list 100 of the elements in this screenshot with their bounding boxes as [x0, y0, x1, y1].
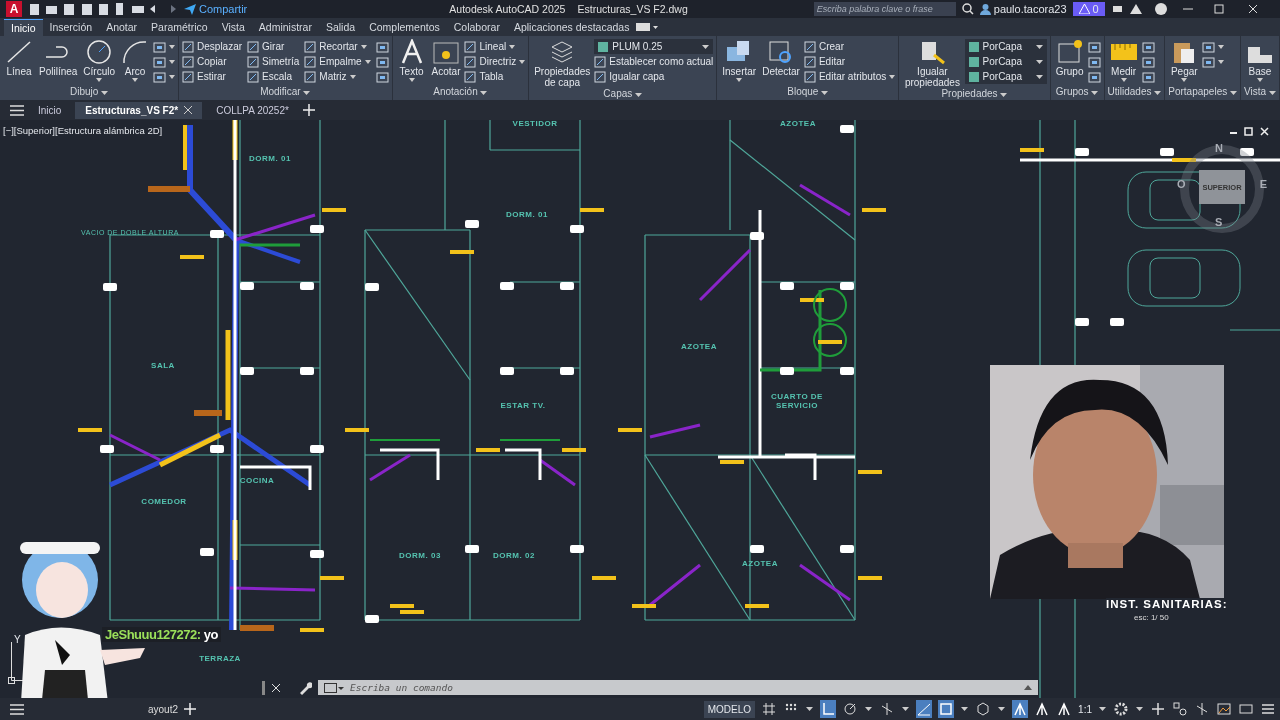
panel-title[interactable]: Utilidades: [1107, 86, 1162, 100]
tool-button[interactable]: Igualar capa: [594, 69, 714, 84]
panel-title[interactable]: Propiedades: [941, 88, 1008, 100]
menu-icon[interactable]: [10, 104, 24, 116]
panel-title[interactable]: Dibujo: [69, 86, 109, 100]
menu-toggle[interactable]: [805, 705, 815, 713]
panel-title[interactable]: Bloque: [787, 86, 829, 100]
tool-button[interactable]: Crear: [803, 39, 896, 54]
menu-icon[interactable]: [10, 703, 24, 715]
osnap-toggle[interactable]: [938, 700, 955, 718]
menu-toggle[interactable]: [864, 705, 874, 713]
dropdown-field[interactable]: PorCapa: [964, 54, 1047, 69]
tool-button[interactable]: Estirar: [182, 69, 243, 84]
tool-button[interactable]: [1141, 39, 1155, 54]
file-tab[interactable]: Inicio: [28, 101, 72, 119]
tool-button[interactable]: Grupo: [1053, 39, 1086, 86]
tool-button[interactable]: Igualar propiedades: [902, 39, 963, 88]
add-tab-icon[interactable]: [302, 104, 315, 116]
panel-title[interactable]: Capas: [603, 88, 643, 100]
tool-button[interactable]: Editar atributos: [803, 69, 896, 84]
tool-button[interactable]: [1202, 54, 1225, 69]
share-button[interactable]: Compartir: [184, 3, 248, 15]
tool-button[interactable]: Recortar: [304, 39, 371, 54]
ortho-toggle[interactable]: [820, 700, 837, 718]
tool-button[interactable]: [375, 54, 389, 69]
quick-access-icons[interactable]: [28, 2, 178, 16]
tool-button[interactable]: Copiar: [182, 54, 243, 69]
tool-button[interactable]: Girar: [247, 39, 300, 54]
tool-button[interactable]: Propiedades de capa: [532, 39, 593, 88]
tool-button[interactable]: [1141, 54, 1155, 69]
tool-button[interactable]: Polilínea: [37, 39, 80, 86]
ribbon-tab[interactable]: Paramétrico: [144, 19, 215, 35]
tool-button[interactable]: Detectar: [760, 39, 802, 86]
tool-button[interactable]: Establecer como actual: [594, 54, 714, 69]
tool-button[interactable]: Medir: [1107, 39, 1140, 86]
gear-toggle[interactable]: [1113, 700, 1129, 718]
layout-tab[interactable]: ayout2: [148, 703, 179, 715]
wrench-icon[interactable]: [298, 680, 312, 695]
tool-button[interactable]: Empalme: [304, 54, 371, 69]
menu-toggle[interactable]: [960, 705, 970, 713]
plus-toggle[interactable]: [1150, 700, 1166, 718]
search-field[interactable]: Escriba palabra clave o frase: [813, 2, 956, 16]
add-tab-icon[interactable]: [184, 703, 197, 715]
tool-button[interactable]: Simetría: [247, 54, 300, 69]
tool-button[interactable]: [1087, 39, 1101, 54]
menu-toggle[interactable]: [997, 705, 1007, 713]
tool-button[interactable]: Desplazar: [182, 39, 243, 54]
tool-button[interactable]: [1087, 69, 1101, 84]
app-logo[interactable]: A: [6, 1, 22, 17]
model-button[interactable]: MODELO: [703, 700, 756, 718]
tracking-toggle[interactable]: [916, 700, 933, 718]
ribbon-tab[interactable]: Vista: [214, 19, 252, 35]
tool-button[interactable]: Acotar: [429, 39, 463, 86]
dropdown-field[interactable]: PLUM 0.25: [594, 39, 714, 54]
close-icon[interactable]: [184, 106, 193, 114]
tool-button[interactable]: [1202, 39, 1225, 54]
tool-button[interactable]: Texto: [395, 39, 428, 86]
dropdown-field[interactable]: PorCapa: [964, 69, 1047, 84]
command-input[interactable]: Escriba un comando: [348, 681, 1020, 694]
dropdown-field[interactable]: PorCapa: [964, 39, 1047, 54]
panel-title[interactable]: Grupos: [1055, 86, 1099, 100]
ribbon-tab[interactable]: Anotar: [99, 19, 145, 35]
scale-button[interactable]: 1:1: [1078, 703, 1092, 715]
tool-button[interactable]: Círculo: [81, 39, 118, 86]
tool-button[interactable]: [1087, 54, 1101, 69]
annotate-toggle[interactable]: [1012, 700, 1029, 718]
tool-button[interactable]: Lineal: [464, 39, 526, 54]
viewport-label[interactable]: [−][Superior][Estructura alámbrica 2D]: [3, 125, 163, 136]
tool-button[interactable]: [375, 39, 389, 54]
shapes-toggle[interactable]: [1172, 700, 1188, 718]
user-menu[interactable]: paulo.tacora23: [979, 3, 1067, 15]
panel-toggle-icon[interactable]: [636, 22, 659, 32]
menu-toggle[interactable]: [901, 705, 911, 713]
menu-toggle[interactable]: [1098, 705, 1107, 713]
panel-title[interactable]: Portapapeles: [1168, 86, 1237, 100]
tool-button[interactable]: [153, 54, 176, 69]
ribbon-tab[interactable]: Inserción: [42, 19, 100, 35]
command-field[interactable]: Escriba un comando: [318, 680, 1038, 695]
tool-button[interactable]: [153, 69, 176, 84]
polar-toggle[interactable]: [842, 700, 859, 718]
tool-button[interactable]: Pegar: [1168, 39, 1201, 86]
ribbon-tab[interactable]: Complementos: [362, 19, 447, 35]
ribbon-tab[interactable]: Administrar: [251, 19, 319, 35]
tool-button[interactable]: Base: [1244, 39, 1276, 86]
tool-button[interactable]: [1141, 69, 1155, 84]
menu-toggle[interactable]: [1135, 705, 1144, 713]
ribbon-tab[interactable]: Salida: [318, 19, 363, 35]
image-toggle[interactable]: [1216, 700, 1232, 718]
tool-button[interactable]: Matriz: [304, 69, 371, 84]
grid-toggle[interactable]: [761, 700, 778, 718]
tool-button[interactable]: Insertar: [720, 39, 759, 86]
search-icon[interactable]: [961, 3, 974, 15]
annotate-toggle[interactable]: [1034, 700, 1051, 718]
cube-toggle[interactable]: [975, 700, 992, 718]
file-tab[interactable]: Estructuras_VS F2*: [75, 101, 203, 119]
ribbon-tab[interactable]: Aplicaciones destacadas: [506, 19, 637, 35]
tool-button[interactable]: Directriz: [464, 54, 526, 69]
ribbon-tab[interactable]: Colaborar: [446, 19, 507, 35]
tool-button[interactable]: [375, 69, 389, 84]
tool-button[interactable]: Escala: [247, 69, 300, 84]
